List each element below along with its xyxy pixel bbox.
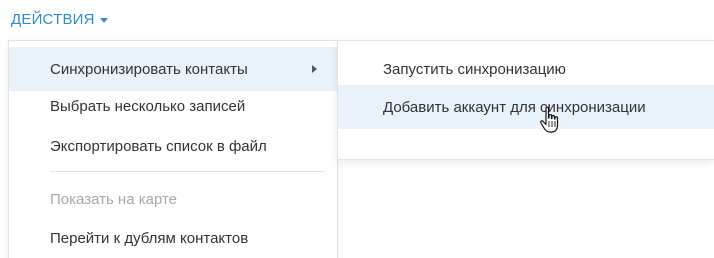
submenu-item-label: Добавить аккаунт для синхронизации: [383, 98, 646, 116]
actions-button-label: ДЕЙСТВИЯ: [11, 10, 95, 28]
actions-menu: Синхронизировать контакты Выбрать нескол…: [8, 40, 338, 258]
chevron-right-icon: [312, 65, 317, 73]
menu-item-label: Выбрать несколько записей: [50, 97, 246, 115]
menu-divider: [50, 171, 325, 172]
menu-item-label: Показать на карте: [50, 190, 178, 208]
menu-item-show-on-map: Показать на карте: [9, 177, 337, 221]
menu-item-go-to-duplicates[interactable]: Перейти к дублям контактов: [9, 216, 337, 258]
sync-submenu: Запустить синхронизацию Добавить аккаунт…: [337, 40, 714, 160]
menu-item-label: Синхронизировать контакты: [50, 60, 248, 78]
caret-down-icon: [99, 17, 108, 23]
actions-dropdown-button[interactable]: ДЕЙСТВИЯ: [11, 6, 108, 32]
menu-item-label: Экспортировать список в файл: [50, 137, 267, 155]
hand-pointer-icon: [540, 106, 559, 133]
menu-item-export-list[interactable]: Экспортировать список в файл: [9, 124, 337, 168]
submenu-item-add-sync-account[interactable]: Добавить аккаунт для синхронизации: [338, 85, 714, 129]
menu-item-select-multiple[interactable]: Выбрать несколько записей: [9, 84, 337, 128]
submenu-item-label: Запустить синхронизацию: [383, 60, 566, 78]
menu-item-label: Перейти к дублям контактов: [50, 229, 249, 247]
page: ДЕЙСТВИЯ Синхронизировать контакты Выбра…: [0, 0, 714, 258]
